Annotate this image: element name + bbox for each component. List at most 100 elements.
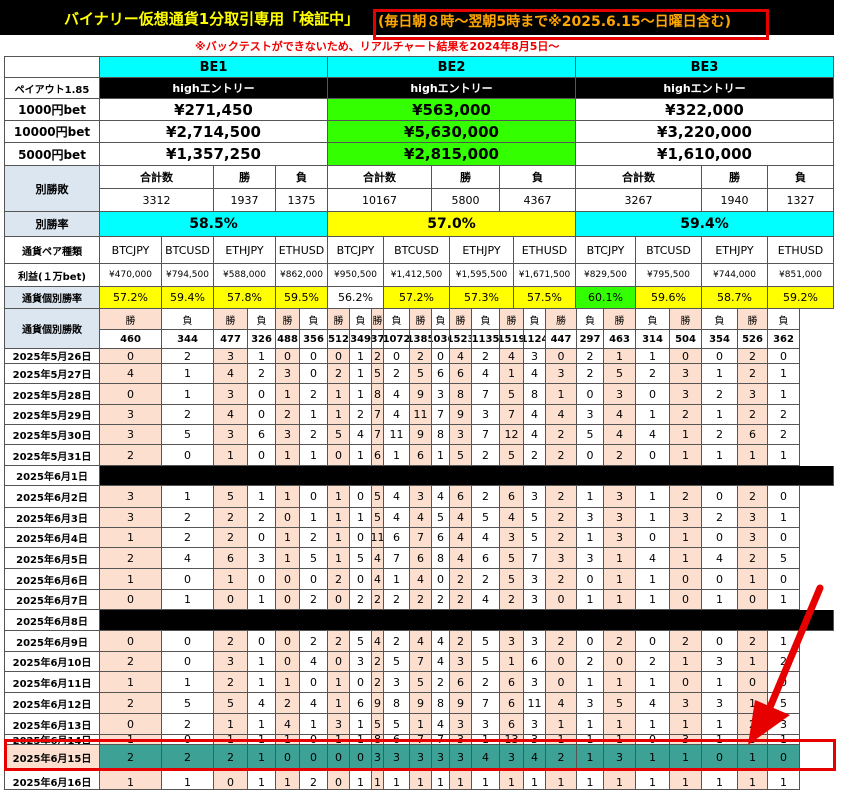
daily-loss: 1 (768, 384, 800, 405)
daily-win: 5 (500, 445, 524, 466)
daily-win: 0 (100, 384, 162, 405)
daily-win: 0 (276, 631, 300, 652)
daily-loss: 0 (162, 569, 214, 590)
pair-losses: 1124 (524, 330, 546, 349)
daily-loss: 11 (384, 425, 410, 445)
daily-loss: 2 (300, 631, 328, 652)
pair-profit: ¥862,000 (276, 264, 328, 287)
daily-win: 1 (604, 770, 636, 790)
date-cell: 2025年5月31日 (4, 445, 100, 466)
pair-rate: 57.8% (214, 287, 276, 309)
daily-loss: 2 (350, 405, 372, 425)
date-cell: 2025年6月6日 (4, 569, 100, 590)
daily-win: 2 (546, 528, 577, 548)
daily-win: 2 (670, 405, 702, 425)
date-cell: 2025年6月11日 (4, 672, 100, 693)
daily-loss: 0 (300, 349, 328, 364)
daily-loss: 0 (702, 569, 738, 590)
daily-win: 2 (410, 349, 432, 364)
pair-name-ethusd: ETHUSD (514, 237, 576, 264)
daily-loss: 2 (472, 672, 500, 693)
winrate-value: 57.0% (328, 212, 576, 237)
daily-loss: 7 (384, 548, 410, 569)
pair-rate: 59.4% (162, 287, 214, 309)
daily-win: 9 (410, 384, 432, 405)
group-name-be1: BE1 (100, 56, 328, 78)
group-name-be2: BE2 (328, 56, 576, 78)
daily-win: 5 (214, 486, 248, 508)
daily-win: 1 (276, 528, 300, 548)
win-header: 勝 (214, 166, 276, 189)
pair-profit: ¥794,500 (162, 264, 214, 287)
pair-losses: 349 (350, 330, 372, 349)
daily-win: 1 (604, 672, 636, 693)
daily-win: 1 (100, 569, 162, 590)
daily-win: 3 (214, 349, 248, 364)
total-count: 3267 (576, 189, 702, 212)
daily-win: 2 (738, 631, 768, 652)
daily-win: 1 (276, 384, 300, 405)
daily-loss: 7 (472, 425, 500, 445)
daily-win: 0 (276, 349, 300, 364)
pair-name-ethusd: ETHUSD (276, 237, 328, 264)
daily-loss: 4 (384, 405, 410, 425)
daily-loss: 2 (636, 652, 670, 672)
daily-loss: 4 (300, 652, 328, 672)
daily-win: 1 (100, 672, 162, 693)
daily-win: 0 (670, 569, 702, 590)
daily-loss: 1 (636, 569, 670, 590)
daily-loss: 3 (432, 384, 450, 405)
daily-win: 0 (546, 590, 577, 610)
daily-loss: 2 (300, 528, 328, 548)
daily-win: 4 (546, 405, 577, 425)
pair-name-ethusd: ETHUSD (768, 237, 834, 264)
pair-losses: 1036 (432, 330, 450, 349)
daily-win: 1 (670, 445, 702, 466)
daily-loss: 0 (350, 672, 372, 693)
daily-loss: 4 (636, 548, 670, 569)
win-count: 1937 (214, 189, 276, 212)
daily-win: 2 (214, 528, 248, 548)
daily-win: 1 (670, 425, 702, 445)
daily-loss: 0 (768, 349, 800, 364)
daily-win: 5 (214, 693, 248, 714)
daily-loss: 2 (248, 508, 276, 528)
daily-win: 5 (410, 672, 432, 693)
date-cell: 2025年5月30日 (4, 425, 100, 445)
daily-win: 2 (214, 508, 248, 528)
daily-loss: 3 (524, 486, 546, 508)
daily-loss: 5 (432, 508, 450, 528)
daily-win: 1 (500, 652, 524, 672)
bet1000-value: ¥322,000 (576, 99, 834, 121)
daily-win: 1 (546, 770, 577, 790)
daily-win: 3 (546, 364, 577, 384)
daily-win: 2 (276, 693, 300, 714)
daily-win: 1 (214, 445, 248, 466)
daily-loss: 2 (384, 590, 410, 610)
daily-win: 2 (670, 631, 702, 652)
daily-win: 2 (328, 364, 350, 384)
daily-win: 6 (738, 425, 768, 445)
loss-header: 負 (768, 166, 834, 189)
daily-loss: 1 (636, 349, 670, 364)
daily-loss: 1 (384, 569, 410, 590)
daily-loss: 6 (432, 528, 450, 548)
total-header: 合計数 (100, 166, 214, 189)
daily-loss: 0 (702, 631, 738, 652)
daily-win: 0 (214, 590, 248, 610)
daily-loss: 1 (162, 672, 214, 693)
daily-loss: 7 (472, 384, 500, 405)
daily-loss: 0 (702, 486, 738, 508)
daily-loss: 1 (162, 384, 214, 405)
daily-loss: 1 (636, 590, 670, 610)
daily-win: 0 (276, 508, 300, 528)
daily-win: 2 (546, 631, 577, 652)
pair-losses: 354 (702, 330, 738, 349)
daily-loss: 1 (636, 714, 670, 735)
pair-name-btcjpy: BTCJPY (328, 237, 384, 264)
daily-loss: 3 (702, 652, 738, 672)
daily-win: 0 (546, 652, 577, 672)
daily-win: 0 (100, 590, 162, 610)
daily-win: 1 (328, 548, 350, 569)
daily-loss: 1 (350, 364, 372, 384)
